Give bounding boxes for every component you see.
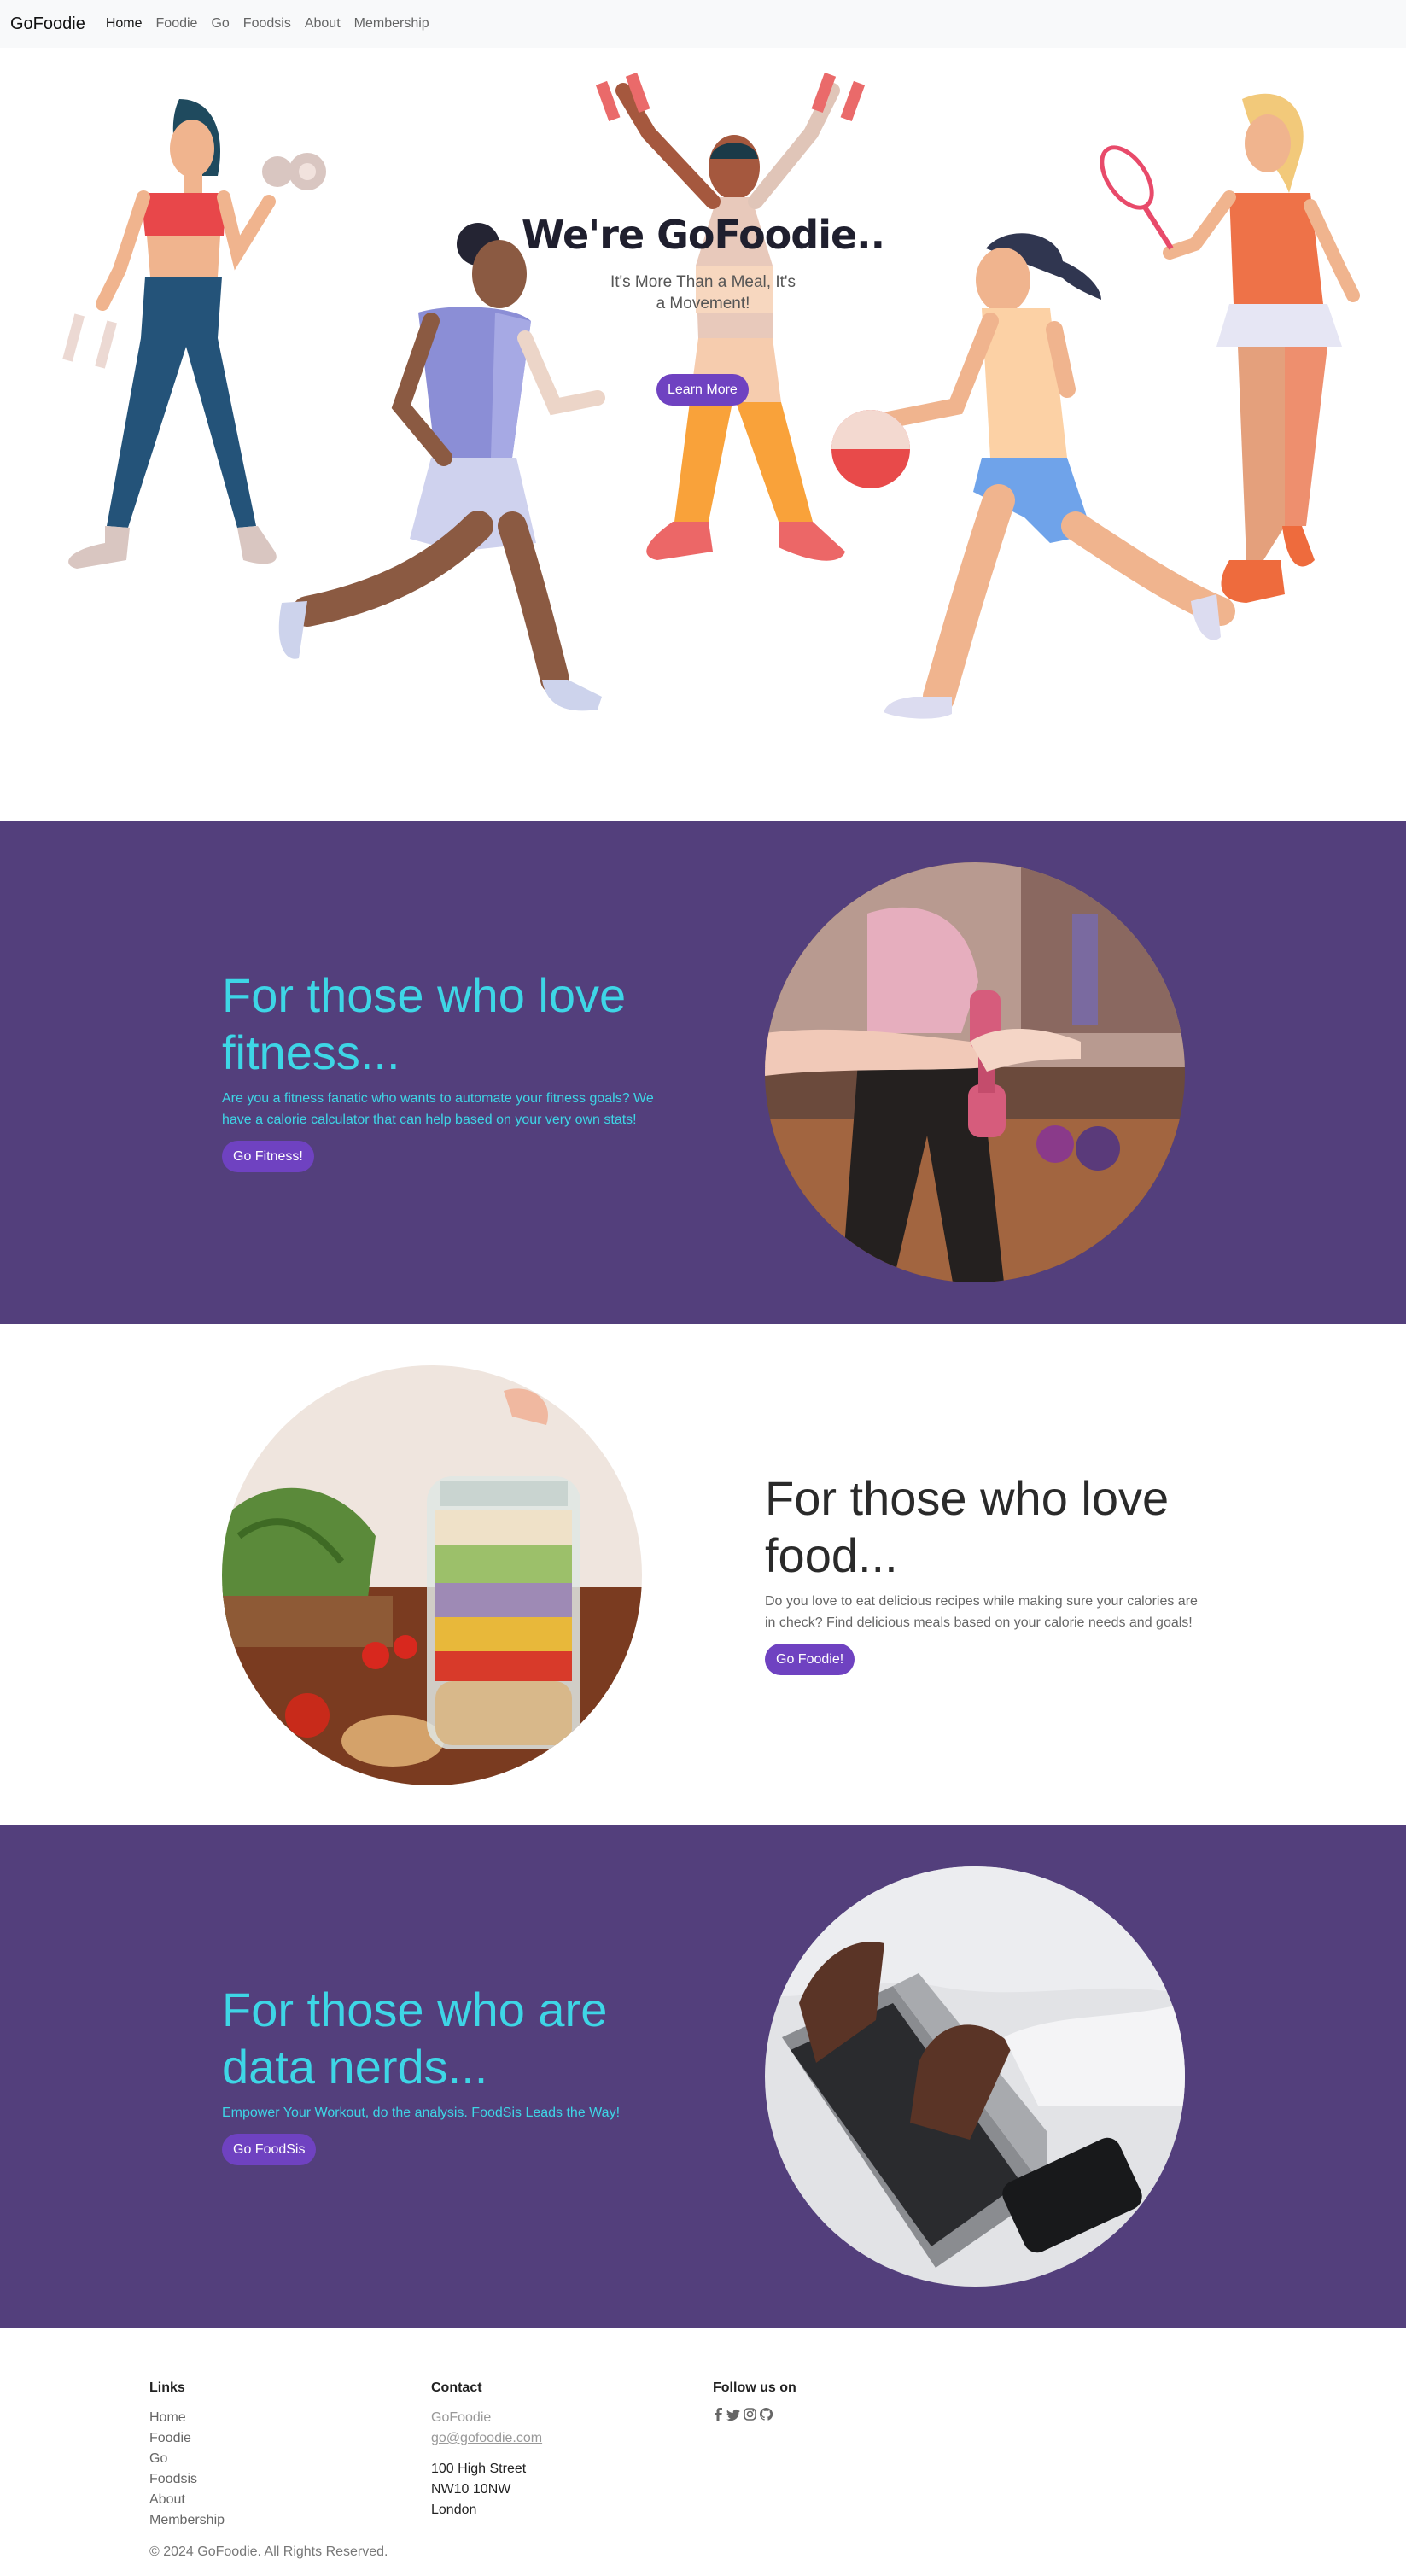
footer-links-heading: Links: [149, 2380, 185, 2395]
figure-dumbbell-woman: [62, 99, 326, 569]
hero-subtitle-line1: It's More Than a Meal, It's: [610, 273, 796, 291]
data-nerds-text: For those who are data nerds... Empower …: [222, 1981, 683, 2165]
social-icons: [713, 2408, 796, 2421]
fitness-section: For those who love fitness... Are you a …: [0, 821, 1406, 1324]
footer-follow-column: Follow us on: [713, 2380, 796, 2421]
nav-link-foodsis[interactable]: Foodsis: [243, 16, 291, 32]
footer-link-about[interactable]: About: [149, 2490, 225, 2510]
food-photo-art: [222, 1365, 642, 1785]
fitness-title-line2: fitness...: [222, 1025, 400, 1079]
figure-runner: [278, 223, 605, 711]
fitness-text: For those who love fitness... Are you a …: [222, 967, 666, 1172]
food-desc-line1: Do you love to eat delicious recipes whi…: [765, 1594, 1198, 1609]
footer: Links Home Foodie Go Foodsis About Membe…: [0, 2328, 1406, 2576]
food-title-line2: food...: [765, 1528, 898, 1582]
data-nerds-desc-line1: Empower Your Workout, do the analysis. F…: [222, 2106, 621, 2120]
learn-more-button[interactable]: Learn More: [656, 374, 749, 406]
hero-illustration: [62, 72, 1360, 719]
navbar: GoFoodie Home Foodie Go Foodsis About Me…: [0, 0, 1406, 48]
footer-contact-email[interactable]: go@gofoodie.com: [431, 2428, 542, 2449]
figure-tennis: [1100, 93, 1360, 603]
footer-link-membership[interactable]: Membership: [149, 2510, 225, 2531]
go-foodsis-button[interactable]: Go FoodSis: [222, 2134, 317, 2165]
food-title-line1: For those who love: [765, 1471, 1170, 1525]
fitness-description: Are you a fitness fanatic who wants to a…: [222, 1088, 666, 1130]
data-nerds-title-line2: data nerds...: [222, 2040, 488, 2094]
instagram-icon[interactable]: [744, 2408, 756, 2421]
go-foodie-button[interactable]: Go Foodie!: [765, 1644, 855, 1675]
footer-contact-name: GoFoodie: [431, 2410, 492, 2425]
nav-link-home[interactable]: Home: [106, 16, 143, 32]
nav-link-go[interactable]: Go: [211, 16, 229, 32]
fitness-photo-art: [765, 862, 1185, 1282]
footer-follow-heading: Follow us on: [713, 2380, 796, 2395]
footer-links-column: Links Home Foodie Go Foodsis About Membe…: [149, 2380, 225, 2531]
hero-title: We're GoFoodie..: [521, 212, 885, 258]
footer-address-line3: London: [431, 2503, 477, 2517]
data-nerds-photo-art: [765, 1866, 1185, 2287]
hero-section: We're GoFoodie.. It's More Than a Meal, …: [0, 48, 1406, 821]
food-section: For those who love food... Do you love t…: [0, 1324, 1406, 1827]
food-title: For those who love food...: [765, 1469, 1226, 1584]
footer-address-line2: NW10 10NW: [431, 2482, 511, 2497]
footer-link-foodie[interactable]: Foodie: [149, 2428, 225, 2449]
fitness-title: For those who love fitness...: [222, 967, 666, 1081]
hero-subtitle: It's More Than a Meal, It's a Movement!: [598, 272, 808, 314]
figure-basketball: [831, 233, 1235, 719]
nav-link-membership[interactable]: Membership: [354, 16, 429, 32]
copyright: © 2024 GoFoodie. All Rights Reserved.: [149, 2544, 388, 2559]
fitness-desc-line2: have a calorie calculator that can help …: [222, 1113, 637, 1127]
nav-link-foodie[interactable]: Foodie: [156, 16, 198, 32]
footer-link-home[interactable]: Home: [149, 2408, 225, 2428]
nav-link-about[interactable]: About: [305, 16, 341, 32]
footer-address-line1: 100 High Street: [431, 2462, 527, 2476]
data-nerds-photo: [765, 1866, 1185, 2287]
footer-link-go[interactable]: Go: [149, 2449, 225, 2469]
footer-contact-column: Contact GoFoodie go@gofoodie.com 100 Hig…: [431, 2380, 542, 2521]
food-photo: [222, 1365, 642, 1785]
facebook-icon[interactable]: [713, 2408, 723, 2421]
data-nerds-description: Empower Your Workout, do the analysis. F…: [222, 2102, 683, 2123]
footer-contact-heading: Contact: [431, 2380, 482, 2395]
data-nerds-section: For those who are data nerds... Empower …: [0, 1825, 1406, 2328]
figure-arms-up: [595, 72, 866, 561]
food-text: For those who love food... Do you love t…: [765, 1469, 1226, 1675]
github-icon[interactable]: [760, 2408, 773, 2421]
food-desc-line2: in check? Find delicious meals based on …: [765, 1615, 1193, 1630]
hero-subtitle-line2: a Movement!: [656, 295, 750, 313]
fitness-title-line1: For those who love: [222, 968, 627, 1022]
twitter-icon[interactable]: [726, 2408, 740, 2421]
food-description: Do you love to eat delicious recipes whi…: [765, 1591, 1226, 1633]
brand-logo[interactable]: GoFoodie: [10, 15, 85, 34]
data-nerds-title: For those who are data nerds...: [222, 1981, 683, 2095]
fitness-photo: [765, 862, 1185, 1282]
footer-link-foodsis[interactable]: Foodsis: [149, 2469, 225, 2490]
data-nerds-title-line1: For those who are: [222, 1983, 608, 2036]
fitness-desc-line1: Are you a fitness fanatic who wants to a…: [222, 1091, 654, 1106]
go-fitness-button[interactable]: Go Fitness!: [222, 1141, 314, 1172]
